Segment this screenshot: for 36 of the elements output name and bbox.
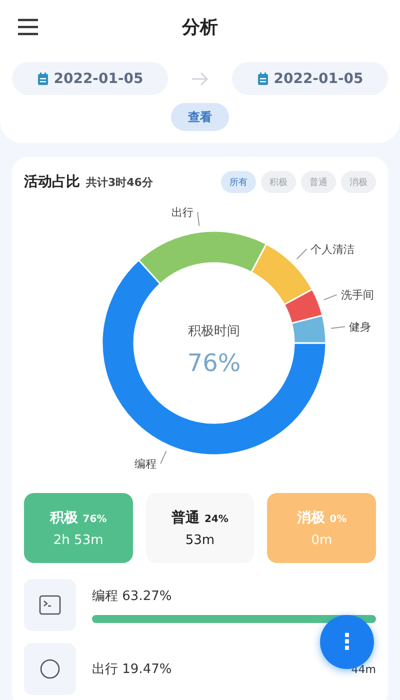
terminal-icon	[39, 595, 61, 615]
circle-icon	[39, 658, 61, 680]
summary-duration: 2h 53m	[53, 532, 104, 548]
activity-name: 出行 19.47%	[92, 661, 172, 678]
start-date-picker[interactable]: 2022-01-05	[12, 62, 168, 95]
slice-label: 个人清洁	[310, 243, 355, 256]
activity-name: 编程 63.27%	[92, 588, 172, 605]
filter-tab[interactable]: 积极	[261, 171, 296, 193]
leader-line	[296, 248, 308, 260]
summary-duration: 53m	[185, 532, 215, 548]
summary-label: 积极 76%	[50, 508, 107, 526]
calendar-icon	[256, 72, 269, 86]
arrow-right-icon	[191, 72, 209, 86]
center-value: 76%	[187, 349, 241, 377]
view-button[interactable]: 查看	[171, 103, 229, 131]
total-time: 共计3时46分	[86, 174, 153, 190]
leader-line	[323, 294, 338, 300]
summary-label: 消极 0%	[296, 508, 347, 526]
end-date-picker[interactable]: 2022-01-05	[232, 62, 388, 95]
leader-line	[330, 326, 346, 329]
filter-tab[interactable]: 消极	[341, 171, 376, 193]
leader-line	[160, 450, 167, 464]
card-title: 活动占比	[24, 173, 80, 191]
page-title: 分析	[182, 16, 218, 39]
slice-label: 编程	[134, 458, 157, 471]
filter-tab[interactable]: 普通	[301, 171, 336, 193]
summary-label: 普通 24%	[172, 508, 228, 526]
filter-tab[interactable]: 所有	[221, 171, 256, 193]
slice-label: 洗手间	[340, 288, 374, 302]
slice-label: 出行	[172, 206, 194, 220]
calendar-icon	[36, 72, 49, 86]
summary-duration: 0m	[311, 532, 332, 548]
menu-icon[interactable]	[16, 17, 40, 37]
leader-line	[197, 212, 200, 226]
slice-label: 健身	[348, 320, 371, 334]
center-label: 积极时间	[188, 324, 240, 339]
